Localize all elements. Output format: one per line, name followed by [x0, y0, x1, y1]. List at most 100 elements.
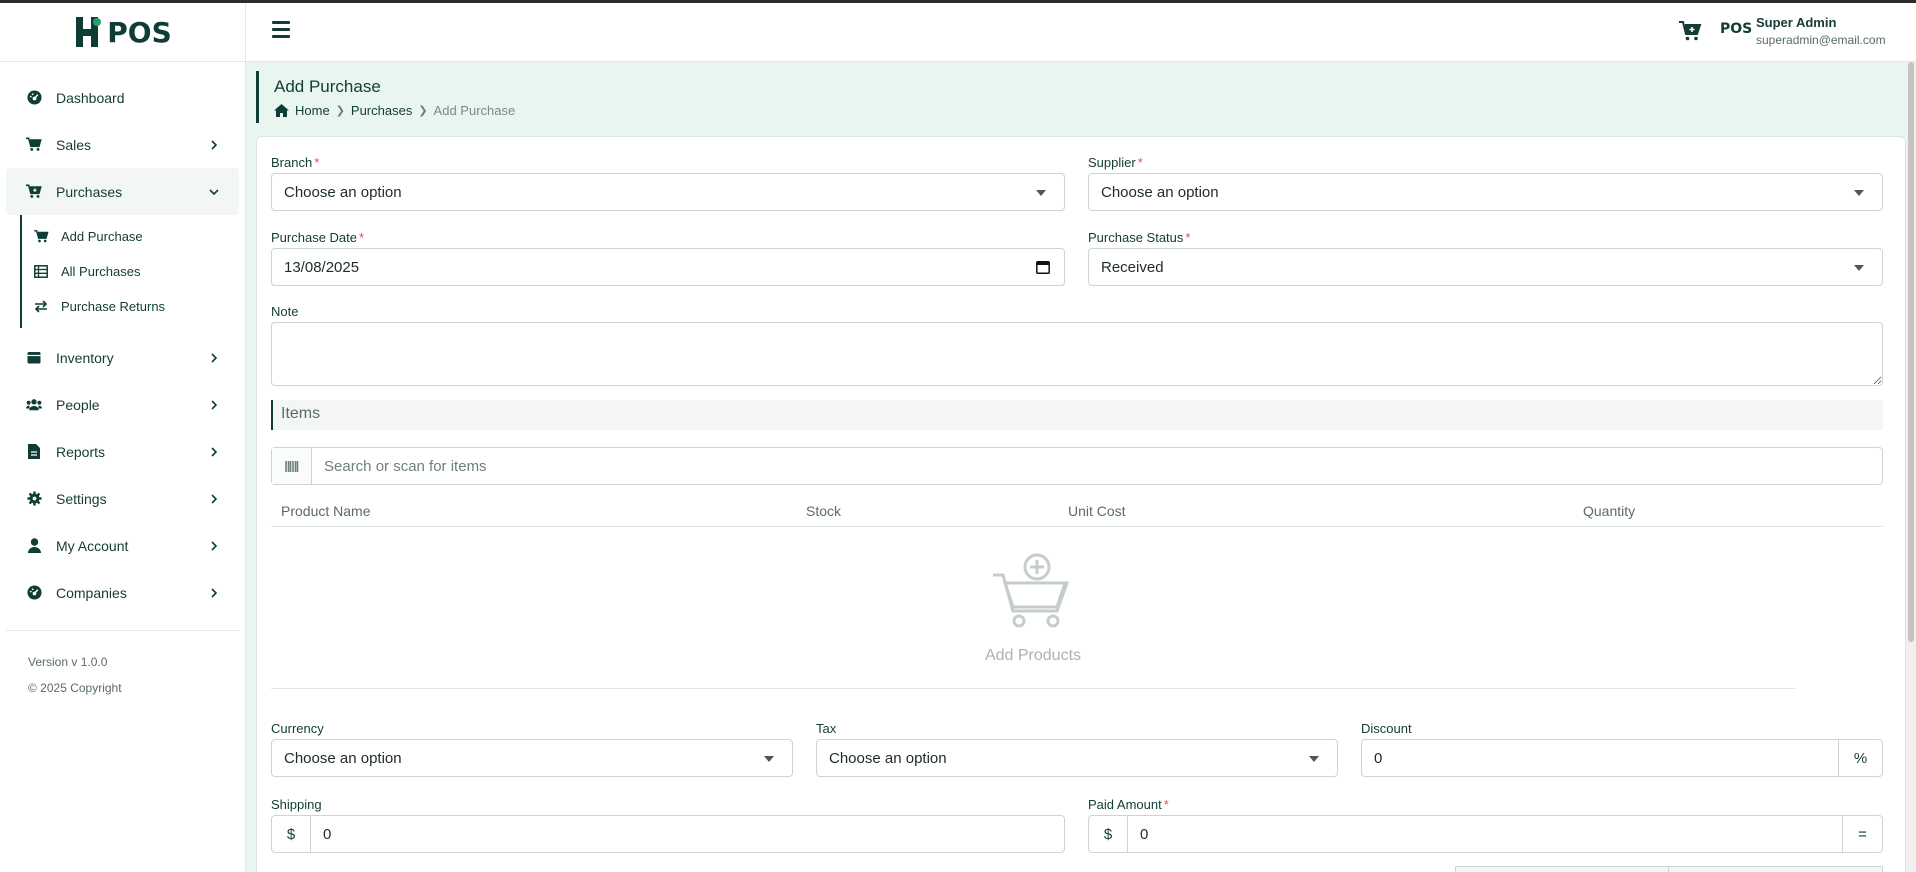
paid-amount-input[interactable]: 0	[1127, 815, 1843, 853]
submenu-item-purchase-returns[interactable]: Purchase Returns	[22, 289, 245, 324]
paid-amount-value: 0	[1140, 825, 1149, 843]
sidebar-item-label: People	[56, 396, 100, 413]
breadcrumb-home[interactable]: Home	[295, 103, 330, 118]
empty-state-label: Add Products	[984, 647, 1082, 664]
sidebar-item-label: Inventory	[56, 349, 114, 366]
shipping-input[interactable]: 0	[310, 815, 1065, 853]
main-content: Add Purchase Home ❯ Purchases ❯ Add Purc…	[246, 62, 1916, 872]
items-empty-state: Add Products	[271, 527, 1795, 689]
sidebar-item-label: Reports	[56, 443, 106, 460]
swap-arrows-icon	[33, 299, 49, 315]
submenu-item-all-purchases[interactable]: All Purchases	[22, 254, 245, 289]
sidebar-item-purchases[interactable]: Purchases	[6, 168, 239, 215]
purchase-status-select[interactable]: Received	[1088, 248, 1883, 286]
chevron-right-icon	[211, 139, 218, 150]
submenu-item-label: All Purchases	[61, 264, 141, 279]
branch-label: Branch *	[271, 155, 320, 170]
tax-select-value: Choose an option	[829, 749, 947, 767]
column-header: Quantity	[1583, 503, 1636, 519]
sidebar-nav: Dashboard Sales Purchases Add Purchase A…	[0, 62, 245, 616]
copyright-text: © 2025 Copyright	[28, 681, 122, 695]
item-search-group[interactable]: Search or scan for items	[271, 447, 1883, 485]
chevron-right-icon	[211, 540, 218, 551]
chevron-down-icon	[1309, 756, 1319, 762]
scrollbar-thumb[interactable]	[1908, 62, 1914, 642]
sidebar-item-dashboard[interactable]: Dashboard	[6, 74, 239, 121]
gauge-icon	[26, 585, 42, 601]
submenu-item-label: Add Purchase	[61, 229, 143, 244]
paid-amount-label: Paid Amount *	[1088, 797, 1169, 812]
sidebar-item-settings[interactable]: Settings	[6, 475, 239, 522]
breadcrumb-purchases[interactable]: Purchases	[351, 103, 412, 118]
currency-select[interactable]: Choose an option	[271, 739, 793, 777]
purchase-date-input[interactable]: 13/08/2025	[271, 248, 1065, 286]
user-email: superadmin@email.com	[1756, 33, 1886, 47]
brand-logo[interactable]: POS	[0, 3, 245, 62]
discount-input[interactable]: 0	[1361, 739, 1839, 777]
purchase-status-label: Purchase Status *	[1088, 230, 1191, 245]
chevron-down-icon	[209, 188, 219, 195]
sidebar-item-my-account[interactable]: My Account	[6, 522, 239, 569]
chevron-right-icon	[211, 352, 218, 363]
chevron-down-icon	[1854, 265, 1864, 271]
barcode-icon	[272, 448, 312, 484]
supplier-select[interactable]: Choose an option	[1088, 173, 1883, 211]
shipping-label: Shipping	[271, 797, 322, 812]
purchases-submenu: Add Purchase All Purchases Purchase Retu…	[20, 215, 245, 328]
file-report-icon	[26, 444, 42, 460]
chevron-down-icon	[764, 756, 774, 762]
header-logo: POS	[1720, 21, 1753, 37]
breadcrumb-separator-icon: ❯	[418, 105, 428, 117]
user-icon	[26, 538, 42, 554]
menu-toggle-icon[interactable]	[272, 21, 290, 38]
table-list-icon	[33, 264, 49, 280]
submenu-item-add-purchase[interactable]: Add Purchase	[22, 219, 245, 254]
sidebar-item-companies[interactable]: Companies	[6, 569, 239, 616]
pos-cart-icon[interactable]	[1678, 19, 1702, 43]
note-textarea[interactable]	[271, 322, 1883, 386]
page-scrollbar[interactable]	[1906, 62, 1916, 872]
column-header: Product Name	[281, 503, 371, 519]
sidebar-item-people[interactable]: People	[6, 381, 239, 428]
gauge-icon	[26, 90, 42, 106]
shipping-currency-prefix: $	[271, 815, 311, 853]
page-title: Add Purchase	[274, 77, 381, 96]
page-header: Add Purchase Home ❯ Purchases ❯ Add Purc…	[256, 71, 1906, 123]
item-search-input[interactable]: Search or scan for items	[312, 448, 1882, 484]
sidebar-item-label: Sales	[56, 136, 92, 153]
logo-text: POS	[107, 15, 172, 49]
summary-table-edge	[1668, 866, 1883, 872]
cart-plus-icon	[993, 553, 1070, 628]
tax-select[interactable]: Choose an option	[816, 739, 1338, 777]
discount-label: Discount	[1361, 721, 1412, 736]
sidebar-footer: Version v 1.0.0 © 2025 Copyright	[6, 630, 239, 701]
sidebar-item-label: Settings	[56, 490, 107, 507]
version-text: Version v 1.0.0	[28, 655, 108, 669]
paid-currency-prefix: $	[1088, 815, 1128, 853]
column-header: Unit Cost	[1068, 503, 1126, 519]
calendar-icon[interactable]	[1036, 260, 1050, 274]
breadcrumb-current: Add Purchase	[433, 103, 516, 118]
sidebar-item-sales[interactable]: Sales	[6, 121, 239, 168]
chevron-right-icon	[211, 399, 218, 410]
items-section-title: Items	[271, 400, 1883, 430]
sidebar-item-inventory[interactable]: Inventory	[6, 334, 239, 381]
breadcrumb-separator-icon: ❯	[335, 105, 345, 117]
breadcrumb: Home ❯ Purchases ❯ Add Purchase	[274, 103, 1906, 118]
tax-label: Tax	[816, 721, 837, 736]
chevron-right-icon	[211, 493, 218, 504]
currency-select-value: Choose an option	[284, 749, 402, 767]
user-name[interactable]: Super Admin	[1756, 15, 1836, 30]
box-icon	[26, 350, 42, 366]
cart-icon	[26, 137, 42, 153]
chevron-right-icon	[211, 446, 218, 457]
supplier-label: Supplier *	[1088, 155, 1143, 170]
logo-h-icon	[76, 17, 102, 47]
chevron-down-icon	[1854, 190, 1864, 196]
currency-label: Currency	[271, 721, 324, 736]
top-header: POS Super Admin superadmin@email.com	[246, 3, 1916, 62]
branch-select[interactable]: Choose an option	[271, 173, 1065, 211]
cart-plus-icon	[33, 229, 49, 245]
sidebar-item-reports[interactable]: Reports	[6, 428, 239, 475]
paid-full-button[interactable]: =	[1842, 815, 1883, 853]
